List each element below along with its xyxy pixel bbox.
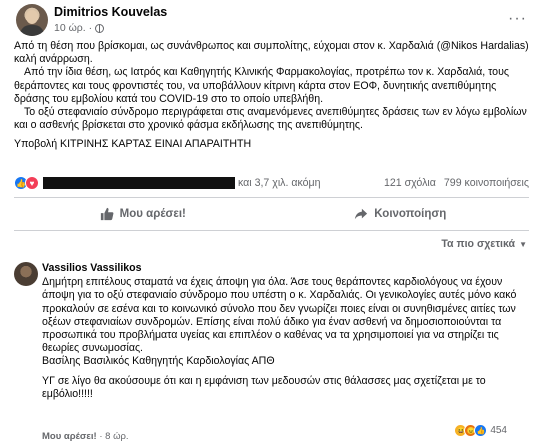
like-button[interactable]: Μου αρέσει!: [14, 200, 272, 228]
redacted-names: [43, 177, 235, 189]
comments-count[interactable]: 121 σχόλια: [384, 177, 436, 189]
post-paragraph: Το οξύ στεφανιαίο σύνδρομο περιγράφεται …: [14, 106, 527, 132]
post-paragraph: Από την ίδια θέση, ως Ιατρός και Καθηγητ…: [14, 66, 509, 105]
post-header: Dimitrios Kouvelas 10 ώρ. · ···: [10, 4, 531, 40]
comment-reactions[interactable]: 😆 😠 👍 454: [454, 424, 507, 437]
sort-label: Τα πιο σχετικά: [441, 238, 516, 250]
comment-bubble: Vassilios Vassilikos Δημήτρη επιτέλους σ…: [42, 262, 529, 401]
like-button-label: Μου αρέσει!: [119, 208, 186, 220]
like-reaction-icon: 👍: [474, 424, 488, 437]
reaction-icons[interactable]: 👍 ♥: [14, 176, 39, 190]
post-text: Από τη θέση που βρίσκομαι, ως συνάνθρωπο…: [14, 40, 529, 152]
comment-author[interactable]: Vassilios Vassilikos: [42, 262, 529, 275]
comment-like-button[interactable]: Μου αρέσει!: [42, 431, 97, 441]
post-paragraph: Υποβολή ΚΙΤΡΙΝΗΣ ΚΑΡΤΑΣ ΕΙΝΑΙ ΑΠΑΡΑΙΤΗΤΗ: [14, 138, 252, 151]
caret-down-icon: ▼: [519, 239, 527, 249]
post-actions: Μου αρέσει! Κοινοποίηση: [14, 200, 529, 228]
commenter-avatar[interactable]: [14, 262, 38, 286]
comment-text: ΥΓ σε λίγο θα ακούσουμε ότι και η εμφάνι…: [42, 374, 486, 400]
comment-footer: Μου αρέσει! · 8 ώρ.: [42, 431, 129, 441]
post-paragraph: Από τη θέση που βρίσκομαι, ως συνάνθρωπο…: [14, 40, 529, 66]
post-timestamp[interactable]: 10 ώρ. ·: [54, 22, 92, 34]
comment-sort-dropdown[interactable]: Τα πιο σχετικά ▼: [441, 238, 527, 250]
comment-signature: Βασίλης Βασιλικός Καθηγητής Καρδιολογίας…: [42, 355, 275, 368]
thumbs-up-icon: [100, 207, 114, 221]
comment-timestamp[interactable]: · 8 ώρ.: [99, 431, 128, 441]
share-button[interactable]: Κοινοποίηση: [272, 200, 530, 228]
reactions-others[interactable]: και 3,7 χιλ. ακόμη: [238, 177, 321, 189]
globe-icon: [95, 23, 105, 33]
comment-reaction-count: 454: [490, 425, 507, 436]
divider: [14, 230, 529, 231]
love-reaction-icon: ♥: [25, 176, 39, 190]
post-author-name[interactable]: Dimitrios Kouvelas: [54, 5, 167, 19]
comment-text: Δημήτρη επιτέλους σταματά να έχεις άποψη…: [42, 276, 517, 355]
divider: [14, 197, 529, 198]
share-button-label: Κοινοποίηση: [374, 208, 447, 220]
share-arrow-icon: [355, 208, 368, 220]
shares-count[interactable]: 799 κοινοποιήσεις: [444, 177, 529, 189]
reactions-summary: 👍 ♥ και 3,7 χιλ. ακόμη 121 σχόλια 799 κο…: [14, 174, 529, 192]
author-avatar[interactable]: [16, 4, 48, 36]
post-meta: 10 ώρ. ·: [54, 22, 105, 34]
more-horizontal-icon[interactable]: ···: [508, 10, 527, 28]
